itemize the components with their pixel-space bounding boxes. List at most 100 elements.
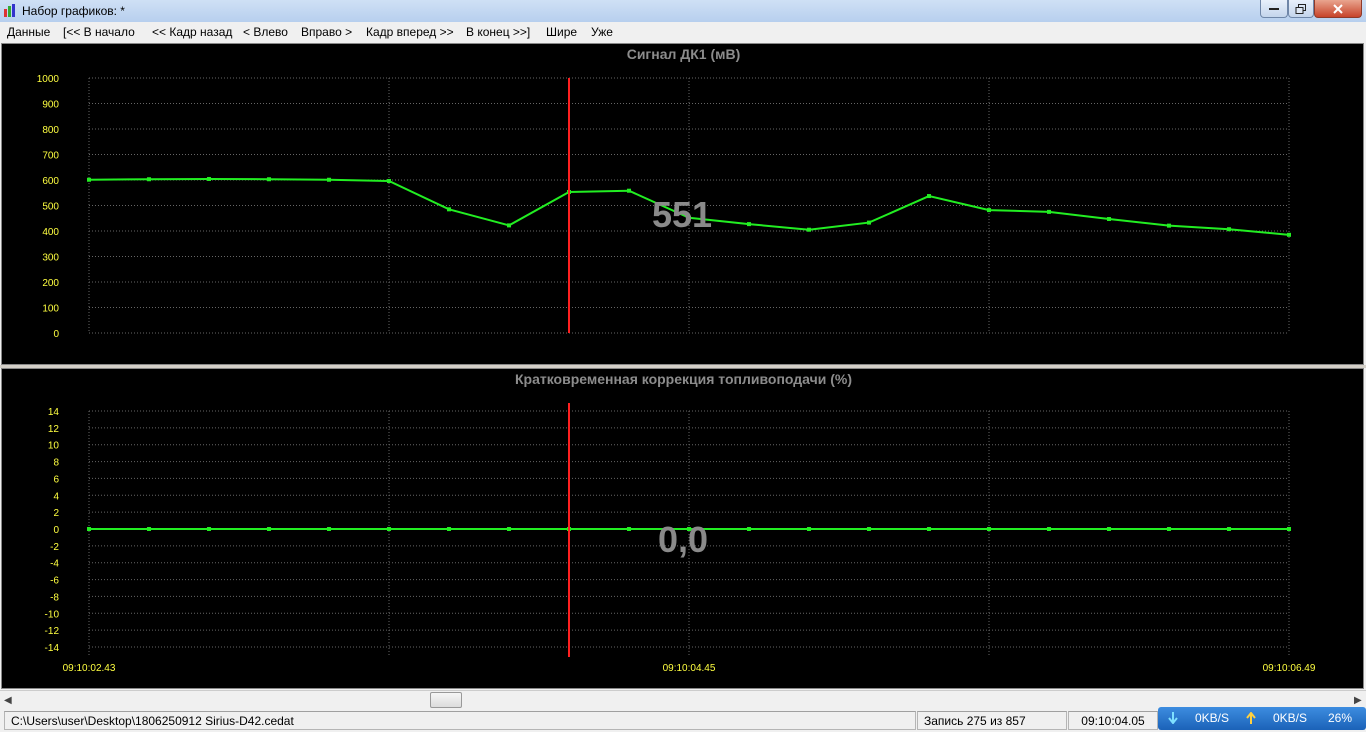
y-tick-label: 2 xyxy=(53,508,59,519)
data-point xyxy=(627,527,631,531)
scroll-thumb[interactable] xyxy=(430,692,462,708)
status-time: 09:10:04.05 xyxy=(1068,711,1158,730)
y-tick-label: -12 xyxy=(45,626,60,637)
download-speed: 0KB/S xyxy=(1195,711,1230,725)
data-point xyxy=(507,223,511,228)
y-tick-label: 0 xyxy=(53,525,59,536)
y-tick-label: 700 xyxy=(42,151,59,162)
data-point xyxy=(1287,527,1291,531)
status-file-path: C:\Users\user\Desktop\1806250912 Sirius-… xyxy=(4,711,916,730)
y-tick-label: 14 xyxy=(48,407,60,418)
minimize-icon xyxy=(1269,7,1279,10)
scroll-left-icon[interactable]: ◀ xyxy=(4,695,12,706)
y-tick-label: 1000 xyxy=(37,74,60,85)
network-monitor-widget: 0KB/S 0KB/S 26% xyxy=(1158,707,1366,730)
close-button[interactable] xyxy=(1314,0,1362,18)
data-point xyxy=(1167,223,1171,228)
data-point xyxy=(1107,217,1111,222)
data-point xyxy=(987,527,991,531)
y-tick-label: 800 xyxy=(42,125,59,136)
y-tick-label: 900 xyxy=(42,100,59,111)
data-point xyxy=(747,527,751,531)
x-time-label: 09:10:06.49 xyxy=(1263,663,1316,674)
menu-to-end[interactable]: В конец >>] xyxy=(466,25,530,39)
y-tick-label: 500 xyxy=(42,202,59,213)
data-point xyxy=(1047,209,1051,214)
download-arrow-icon xyxy=(1168,712,1178,724)
data-point xyxy=(147,177,151,182)
data-point xyxy=(87,177,91,182)
data-point xyxy=(807,527,811,531)
data-point xyxy=(927,194,931,199)
y-tick-label: 12 xyxy=(48,424,60,435)
data-point xyxy=(1107,527,1111,531)
y-tick-label: 0 xyxy=(53,329,59,340)
data-point xyxy=(327,177,331,182)
data-point xyxy=(1227,227,1231,232)
data-point xyxy=(267,177,271,182)
window-title: Набор графиков: * xyxy=(22,4,125,18)
y-tick-label: 400 xyxy=(42,227,59,238)
y-tick-label: 10 xyxy=(48,441,60,452)
upload-speed: 0KB/S xyxy=(1273,711,1308,725)
data-point xyxy=(267,527,271,531)
menu-to-start[interactable]: [<< В начало xyxy=(63,25,135,39)
title-bar: Набор графиков: * xyxy=(0,0,1366,23)
data-point xyxy=(387,179,391,184)
data-point xyxy=(807,227,811,232)
minimize-button[interactable] xyxy=(1260,0,1288,18)
data-point xyxy=(147,527,151,531)
app-icon xyxy=(4,4,15,17)
upload-arrow-icon xyxy=(1246,712,1256,724)
menu-right[interactable]: Вправо > xyxy=(301,25,352,39)
data-point xyxy=(207,176,211,181)
data-point xyxy=(1287,232,1291,237)
data-point xyxy=(1227,527,1231,531)
y-tick-label: 200 xyxy=(42,278,59,289)
menu-left[interactable]: < Влево xyxy=(243,25,288,39)
restore-icon xyxy=(1295,3,1306,14)
menu-frame-forward[interactable]: Кадр вперед >> xyxy=(366,25,454,39)
data-point xyxy=(327,527,331,531)
y-tick-label: -6 xyxy=(50,576,59,587)
data-point xyxy=(627,188,631,193)
data-point xyxy=(867,220,871,225)
y-tick-label: 300 xyxy=(42,253,59,264)
x-time-label: 09:10:02.43 xyxy=(63,663,116,674)
menu-bar: Данные [<< В начало << Кадр назад < Влев… xyxy=(0,22,1366,42)
o2-sensor-chart[interactable]: Сигнал ДК1 (мВ) 1000 900 800 700 600 500 400 30… xyxy=(1,43,1364,365)
menu-frame-back[interactable]: << Кадр назад xyxy=(152,25,232,39)
data-point xyxy=(1047,527,1051,531)
data-point xyxy=(867,527,871,531)
maximize-button[interactable] xyxy=(1288,0,1314,18)
y-tick-label: -14 xyxy=(45,643,60,654)
y-tick-label: -8 xyxy=(50,592,59,603)
menu-wider[interactable]: Шире xyxy=(546,25,577,39)
y-tick-label: -2 xyxy=(50,542,59,553)
close-icon xyxy=(1333,3,1343,14)
status-record: Запись 275 из 857 xyxy=(917,711,1067,730)
cursor-value-readout: 551 xyxy=(652,194,713,235)
y-tick-label: -4 xyxy=(50,559,59,570)
data-point xyxy=(387,527,391,531)
cpu-usage: 26% xyxy=(1328,711,1353,725)
fuel-trim-chart[interactable]: Кратковременная коррекция топливоподачи … xyxy=(1,368,1364,689)
y-tick-label: -10 xyxy=(45,609,60,620)
data-point xyxy=(507,527,511,531)
data-point xyxy=(447,527,451,531)
menu-narrower[interactable]: Уже xyxy=(591,25,613,39)
data-point xyxy=(747,222,751,227)
data-point xyxy=(927,527,931,531)
menu-data[interactable]: Данные xyxy=(7,25,50,39)
y-tick-label: 6 xyxy=(53,474,59,485)
data-point xyxy=(987,208,991,213)
data-point xyxy=(1167,527,1171,531)
y-tick-label: 100 xyxy=(42,304,59,315)
y-tick-label: 4 xyxy=(53,491,59,502)
y-tick-label: 600 xyxy=(42,176,59,187)
data-point xyxy=(87,527,91,531)
data-point xyxy=(447,207,451,212)
scroll-right-icon[interactable]: ▶ xyxy=(1354,695,1362,706)
y-tick-label: 8 xyxy=(53,458,59,469)
cursor-value-readout: 0,0 xyxy=(658,519,709,560)
